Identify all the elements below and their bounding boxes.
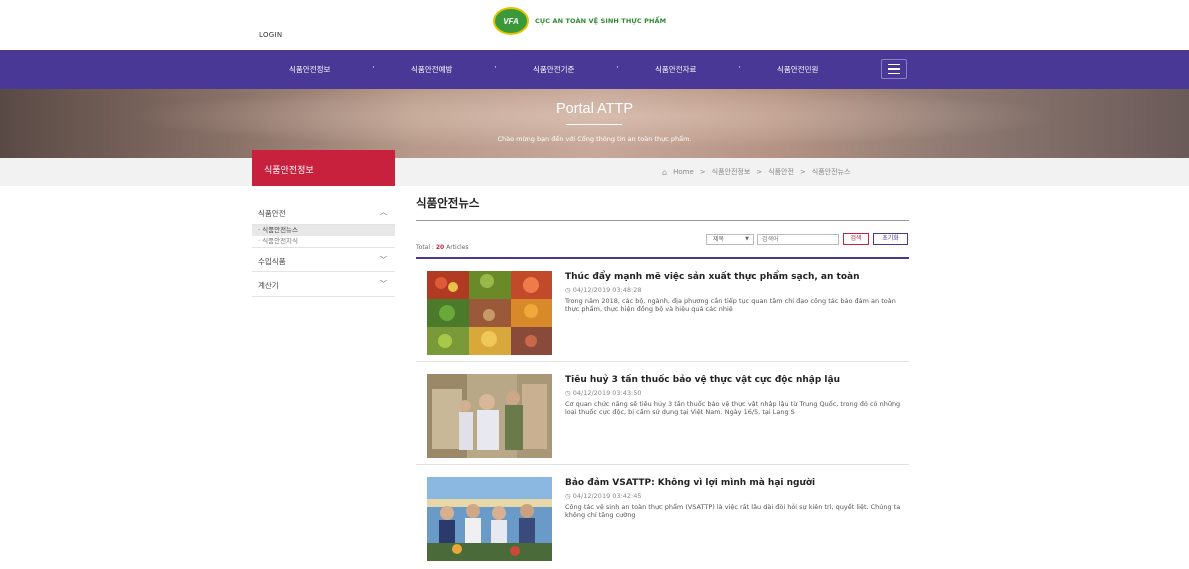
breadcrumb-separator: >: [756, 168, 763, 176]
breadcrumb-bar: [0, 158, 1189, 186]
nav-item-complaints[interactable]: 식품안전민원: [777, 64, 818, 75]
article-thumbnail[interactable]: [427, 477, 552, 561]
banner-subtitle: Chào mừng bạn đến với Cổng thông tin an …: [497, 135, 692, 143]
sidebar-item-label: 수입식품: [258, 257, 286, 266]
sidebar-heading: 식품안전정보: [252, 150, 395, 186]
total-count: Total : 20 Articles: [416, 244, 469, 251]
sidebar-item-imported-food[interactable]: 수입식품 ﹀: [252, 247, 395, 272]
article-title[interactable]: Thúc đẩy mạnh mẽ việc sản xuất thực phẩm…: [565, 272, 860, 282]
article-thumbnail[interactable]: [427, 374, 552, 458]
clock-icon: ◷: [565, 492, 571, 500]
article-date: ◷ 04/12/2019 03:43:50: [565, 389, 642, 397]
hamburger-icon[interactable]: [881, 59, 907, 79]
article-summary: Trong năm 2018, các bộ, ngành, địa phươn…: [565, 297, 896, 313]
sidebar-item-label: 식품안전: [258, 209, 286, 218]
chevron-down-icon: ▼: [745, 236, 749, 242]
article-thumbnail[interactable]: [427, 271, 552, 355]
chevron-up-icon: ︿: [380, 208, 387, 216]
home-icon[interactable]: ⌂: [662, 168, 667, 177]
sidebar-subitem-news[interactable]: · 식품안전뉴스: [252, 225, 395, 236]
nav-item-safety-info[interactable]: 식품안전정보: [289, 64, 330, 75]
nav-item-standards[interactable]: 식품안전기준: [533, 64, 574, 75]
chevron-down-icon: ﹀: [380, 280, 387, 288]
breadcrumb-item[interactable]: 식품안전정보: [712, 167, 751, 177]
nav-item-prevention[interactable]: 식품안전예방: [411, 64, 452, 75]
page-title: 식품안전뉴스: [416, 195, 909, 221]
clock-icon: ◷: [565, 389, 571, 397]
article-date: ◷ 04/12/2019 03:48:28: [565, 286, 642, 294]
sidebar: 식품안전 ︿ · 식품안전뉴스 · 식품안전지식 수입식품 ﹀ 계산기 ﹀: [252, 200, 395, 297]
sidebar-subitem-knowledge[interactable]: · 식품안전지식: [252, 236, 395, 247]
breadcrumb-separator: >: [699, 168, 706, 176]
list-item: Bảo đảm VSATTP: Không vì lợi mình mà hại…: [416, 465, 909, 568]
top-bar: LOGIN VFA CỤC AN TOÀN VỆ SINH THỰC PHẨM: [0, 0, 1189, 50]
article-title[interactable]: Bảo đảm VSATTP: Không vì lợi mình mà hại…: [565, 478, 815, 488]
login-link[interactable]: LOGIN: [259, 31, 282, 39]
nav-item-materials[interactable]: 식품안전자료: [655, 64, 696, 75]
nav-separator: ·: [738, 63, 741, 73]
main-nav: 식품안전정보 · 식품안전예방 · 식품안전기준 · 식품안전자료 · 식품안전…: [0, 50, 1189, 89]
main-content: 식품안전뉴스 Total : 20 Articles 제목▼ 검색 초기화: [416, 195, 909, 568]
search-input[interactable]: [757, 234, 839, 245]
nav-separator: ·: [616, 63, 619, 73]
breadcrumb-current: 식품안전뉴스: [811, 168, 851, 176]
article-date: ◷ 04/12/2019 03:42:45: [565, 492, 642, 500]
search-button[interactable]: 검색: [843, 233, 869, 245]
breadcrumb: ⌂ Home > 식품안전정보 > 식품안전 > 식품안전뉴스: [662, 167, 850, 177]
article-summary: Cơ quan chức năng sẽ tiêu hủy 3 tấn thuố…: [565, 400, 901, 416]
breadcrumb-home[interactable]: Home: [673, 168, 694, 176]
hero-banner: Portal ATTP Chào mừng bạn đến với Cổng t…: [0, 89, 1189, 158]
clock-icon: ◷: [565, 286, 571, 294]
list-toolbar: Total : 20 Articles 제목▼ 검색 초기화: [416, 221, 909, 251]
article-title[interactable]: Tiêu huỷ 3 tấn thuốc bảo vệ thực vật cực…: [565, 375, 840, 385]
chevron-down-icon: ﹀: [380, 256, 387, 264]
logo-abbr: VFA: [503, 16, 519, 26]
search-filter-select[interactable]: 제목 ▼: [706, 234, 754, 245]
sidebar-heading-label: 식품안전정보: [264, 166, 314, 176]
breadcrumb-separator: >: [799, 168, 806, 176]
sidebar-item-label: 계산기: [258, 281, 279, 290]
nav-separator: ·: [494, 63, 497, 73]
list-item: Thúc đẩy mạnh mẽ việc sản xuất thực phẩm…: [416, 259, 909, 362]
site-logo[interactable]: VFA CỤC AN TOÀN VỆ SINH THỰC PHẨM: [493, 7, 666, 35]
sidebar-item-calculator[interactable]: 계산기 ﹀: [252, 272, 395, 297]
nav-separator: ·: [372, 63, 375, 73]
banner-divider: [566, 124, 622, 125]
sidebar-item-food-safety[interactable]: 식품안전 ︿: [252, 200, 395, 225]
banner-title: Portal ATTP: [555, 101, 634, 117]
breadcrumb-item[interactable]: 식품안전: [768, 167, 794, 177]
logo-emblem: VFA: [493, 7, 529, 35]
list-item: Tiêu huỷ 3 tấn thuốc bảo vệ thực vật cực…: [416, 362, 909, 465]
reset-button[interactable]: 초기화: [873, 233, 908, 245]
article-summary: Công tác vệ sinh an toàn thực phẩm (VSAT…: [565, 503, 901, 519]
logo-text: CỤC AN TOÀN VỆ SINH THỰC PHẨM: [535, 17, 667, 25]
